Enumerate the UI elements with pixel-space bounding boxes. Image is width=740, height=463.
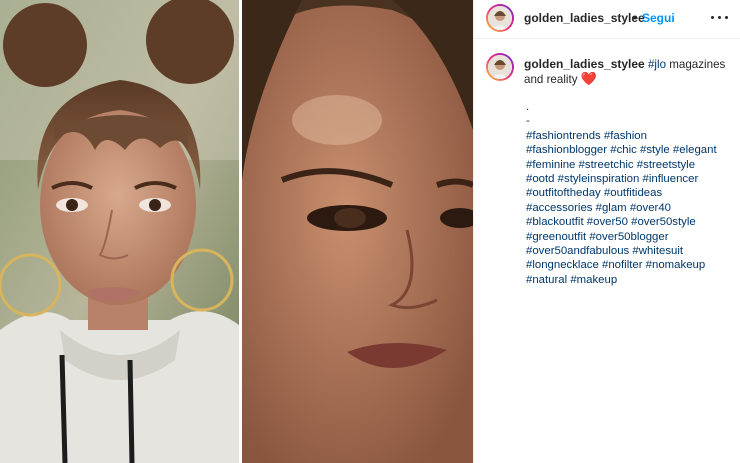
- post-header: golden_ladies_stylee • Segui: [474, 0, 740, 39]
- avatar[interactable]: [486, 4, 514, 32]
- instagram-post: golden_ladies_stylee • Segui golden_ladi…: [0, 0, 740, 463]
- follow-button[interactable]: Segui: [642, 11, 675, 25]
- hashtag-link[interactable]: #jlo: [648, 58, 666, 71]
- hashtag-line[interactable]: #accessories #glam #over40: [526, 201, 738, 215]
- separator-dot: •: [633, 11, 638, 25]
- post-media[interactable]: [0, 0, 473, 463]
- hashtag-list: . - #fashiontrends #fashion #fashionblog…: [526, 100, 738, 287]
- heart-emoji: ❤️: [580, 71, 597, 87]
- hashtag-line[interactable]: #blackoutfit #over50 #over50style: [526, 215, 738, 229]
- magazine-photo: [0, 0, 239, 463]
- caption-dash: -: [526, 115, 530, 128]
- caption-username-link[interactable]: golden_ladies_stylee: [524, 57, 645, 71]
- more-horizontal-icon[interactable]: [710, 10, 730, 24]
- caption-dot: .: [526, 101, 530, 113]
- hashtag-line[interactable]: #fashiontrends #fashion: [526, 129, 738, 143]
- hashtag-line[interactable]: #natural #makeup: [526, 273, 738, 287]
- username-link[interactable]: golden_ladies_stylee: [524, 11, 645, 25]
- avatar-image: [488, 6, 512, 30]
- hashtag-line[interactable]: #outfitoftheday #outfitideas: [526, 186, 738, 200]
- hashtag-line[interactable]: #greenoutfit #over50blogger: [526, 230, 738, 244]
- hashtag-line[interactable]: #longnecklace #nofilter #nomakeup: [526, 258, 738, 272]
- hashtag-line[interactable]: #over50andfabulous #whitesuit: [526, 244, 738, 258]
- hashtag-line[interactable]: #ootd #styleinspiration #influencer: [526, 172, 738, 186]
- caption-avatar[interactable]: [486, 53, 514, 81]
- caption-text: golden_ladies_stylee #jlo magazines and …: [524, 57, 734, 87]
- reality-photo: [242, 0, 473, 463]
- avatar-image: [488, 55, 512, 79]
- hashtag-line[interactable]: #fashionblogger #chic #style #elegant: [526, 143, 738, 157]
- hashtag-line[interactable]: #feminine #streetchic #streetstyle: [526, 158, 738, 172]
- post-sidebar: golden_ladies_stylee • Segui golden_ladi…: [473, 0, 740, 463]
